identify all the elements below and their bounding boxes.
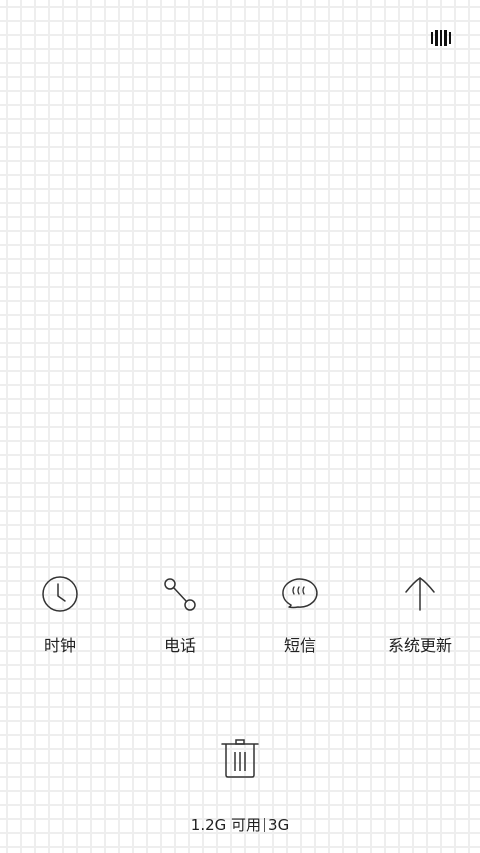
app-phone[interactable]: 电话 [120, 572, 240, 662]
recent-apps-row: 时钟 电话 短信 系统更新 [0, 572, 480, 662]
memory-available: 1.2G 可用 [190, 816, 262, 834]
app-system-update[interactable]: 系统更新 [360, 572, 480, 662]
trash-icon [221, 739, 259, 778]
memory-divider [264, 818, 266, 832]
phone-icon [164, 578, 196, 611]
arrow-up-icon [405, 577, 435, 611]
memory-info: 1.2G 可用 3G [0, 815, 480, 835]
recent-apps-icon[interactable] [431, 30, 451, 46]
app-label-clock: 时钟 [43, 636, 76, 655]
app-label-system-update: 系统更新 [387, 636, 452, 655]
clock-icon [42, 576, 78, 612]
clear-all-button[interactable] [218, 737, 262, 781]
app-label-messages: 短信 [283, 636, 316, 655]
app-messages[interactable]: 短信 [240, 572, 360, 662]
app-label-phone: 电话 [163, 636, 196, 655]
app-clock[interactable]: 时钟 [0, 572, 120, 662]
message-icon [282, 578, 318, 609]
memory-total: 3G [268, 816, 290, 834]
